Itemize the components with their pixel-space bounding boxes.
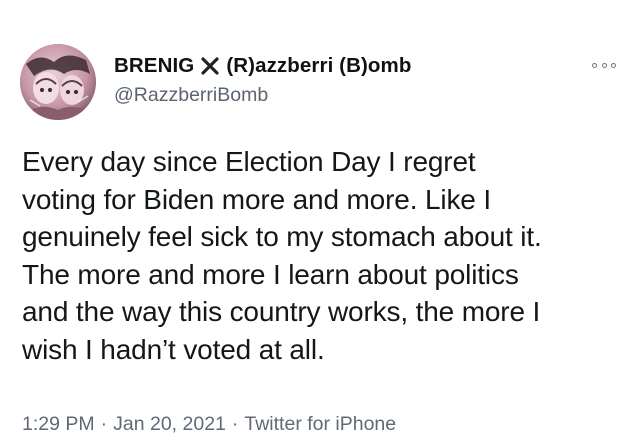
tweet-date[interactable]: Jan 20, 2021 <box>113 413 226 435</box>
x-cross-icon <box>201 57 219 75</box>
tweet-text-line: and the way this country works, the more… <box>22 296 541 328</box>
display-name-part-2: (R)azzberri (B)omb <box>226 54 412 77</box>
meta-separator: · <box>100 413 108 435</box>
tweet-text-line: wish I hadn’t voted at all. <box>22 333 325 365</box>
profile-avatar-artwork-icon <box>20 44 96 120</box>
more-dot <box>601 62 607 68</box>
tweet-text: Every day since Election Day I regret vo… <box>22 143 622 369</box>
tweet-card: BRENIG (R)azzberri (B)omb @RazzberriBomb… <box>0 0 640 446</box>
user-handle[interactable]: @RazzberriBomb <box>114 84 268 107</box>
more-options-icon[interactable] <box>592 60 616 70</box>
meta-separator: · <box>231 413 239 435</box>
tweet-time[interactable]: 1:29 PM <box>22 413 95 435</box>
more-dot <box>592 62 597 68</box>
display-name[interactable]: BRENIG (R)azzberri (B)omb <box>114 54 412 78</box>
tweet-text-line: voting for Biden more and more. Like I <box>22 183 491 215</box>
tweet-text-line: The more and more I learn about politics <box>22 258 519 290</box>
more-dot <box>611 62 616 68</box>
tweet-text-line: genuinely feel sick to my stomach about … <box>22 221 542 253</box>
display-name-part-1: BRENIG <box>114 54 195 77</box>
avatar[interactable] <box>20 44 96 120</box>
tweet-text-line: Every day since Election Day I regret <box>22 146 476 177</box>
tweet-source-link[interactable]: Twitter for iPhone <box>244 413 396 435</box>
tweet-metadata: 1:29 PM · Jan 20, 2021 · Twitter for iPhone <box>22 413 396 436</box>
